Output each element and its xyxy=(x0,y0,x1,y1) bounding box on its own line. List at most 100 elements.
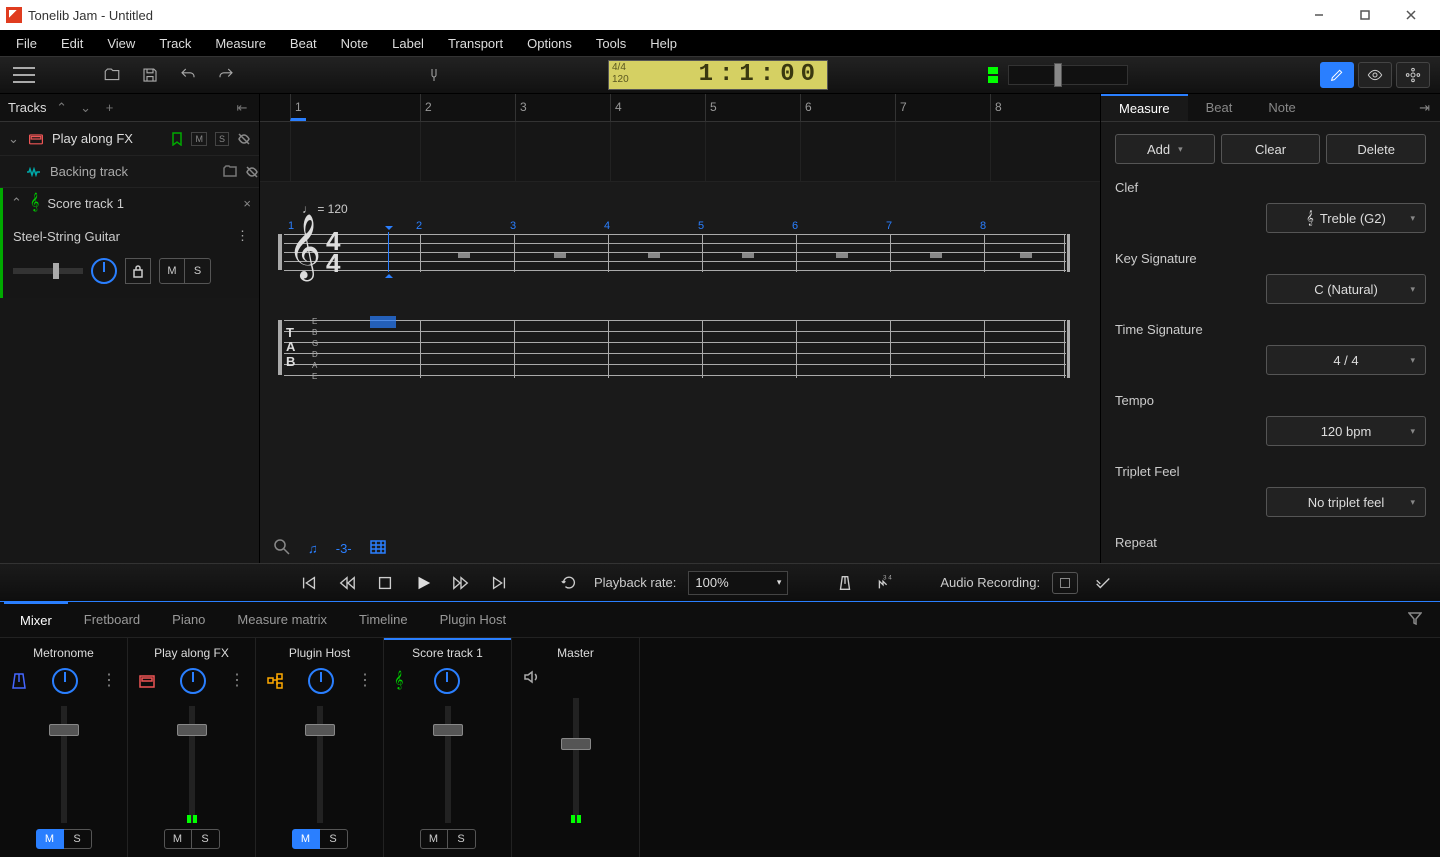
tab-measure-matrix[interactable]: Measure matrix xyxy=(221,602,343,637)
track-pan-knob[interactable] xyxy=(91,258,117,284)
instrument-name[interactable]: Steel-String Guitar xyxy=(13,229,120,244)
tuning-fork-button[interactable] xyxy=(420,61,448,89)
track-volume-slider[interactable] xyxy=(13,268,83,274)
channel-fader[interactable] xyxy=(61,706,67,823)
channel-options-button[interactable]: ⋮ xyxy=(357,678,373,684)
stop-button[interactable] xyxy=(372,570,398,596)
open-file-button[interactable] xyxy=(98,61,126,89)
menu-beat[interactable]: Beat xyxy=(278,32,329,55)
menu-label[interactable]: Label xyxy=(380,32,436,55)
track-playalong-fx[interactable]: ⌄ Play along FX M S xyxy=(0,122,259,156)
go-to-start-button[interactable] xyxy=(296,570,322,596)
close-track-button[interactable]: × xyxy=(243,196,251,211)
time-signature-select[interactable]: 4 / 4▾ xyxy=(1266,345,1426,375)
redo-button[interactable] xyxy=(212,61,240,89)
hide-icon[interactable] xyxy=(237,132,251,146)
channel-solo-button[interactable]: S xyxy=(448,829,476,849)
tab-fretboard[interactable]: Fretboard xyxy=(68,602,156,637)
triplet-view-button[interactable]: -3- xyxy=(336,541,352,556)
standard-notation-staff[interactable]: 𝄞 44 1 2 3 4 5 6 7 8 xyxy=(284,222,1076,286)
delete-button[interactable]: Delete xyxy=(1326,134,1426,164)
count-in-button[interactable]: 3 4 xyxy=(870,570,896,596)
solo-indicator[interactable]: S xyxy=(215,132,229,146)
hamburger-menu-button[interactable] xyxy=(10,61,38,89)
go-to-end-button[interactable] xyxy=(486,570,512,596)
channel-pan-knob[interactable] xyxy=(180,668,206,694)
record-toggle[interactable] xyxy=(1052,572,1078,594)
collapse-down-button[interactable]: ⌄ xyxy=(77,99,95,117)
mute-indicator[interactable]: M xyxy=(191,132,207,146)
add-button[interactable]: Add▾ xyxy=(1115,134,1215,164)
tab-plugin-host[interactable]: Plugin Host xyxy=(424,602,522,637)
loop-button[interactable] xyxy=(556,570,582,596)
channel-solo-button[interactable]: S xyxy=(64,829,92,849)
clear-button[interactable]: Clear xyxy=(1221,134,1321,164)
channel-pan-knob[interactable] xyxy=(434,668,460,694)
grid-view-button[interactable] xyxy=(370,540,386,557)
channel-mute-button[interactable]: M xyxy=(420,829,448,849)
tab-mixer[interactable]: Mixer xyxy=(4,602,68,637)
save-file-button[interactable] xyxy=(136,61,164,89)
menu-help[interactable]: Help xyxy=(638,32,689,55)
tab-piano[interactable]: Piano xyxy=(156,602,221,637)
fast-forward-button[interactable] xyxy=(448,570,474,596)
tab-beat[interactable]: Beat xyxy=(1188,94,1251,121)
menu-measure[interactable]: Measure xyxy=(203,32,278,55)
menu-options[interactable]: Options xyxy=(515,32,584,55)
track-solo-button[interactable]: S xyxy=(185,258,211,284)
hide-icon[interactable] xyxy=(245,165,259,179)
tab-measure[interactable]: Measure xyxy=(1101,94,1188,121)
tempo-select[interactable]: 120 bpm▾ xyxy=(1266,416,1426,446)
score-track-header[interactable]: ⌃ 𝄞 Score track 1 × xyxy=(3,188,259,218)
arrangement-lane[interactable] xyxy=(260,122,1100,182)
view-mode-button[interactable] xyxy=(1358,62,1392,88)
menu-transport[interactable]: Transport xyxy=(436,32,515,55)
notes-view-button[interactable]: ♫ xyxy=(308,541,318,556)
folder-icon[interactable] xyxy=(223,165,237,177)
tablature-staff[interactable]: TAB EBGDAE xyxy=(284,316,1076,386)
key-signature-select[interactable]: C (Natural)▾ xyxy=(1266,274,1426,304)
settings-button[interactable] xyxy=(1396,62,1430,88)
channel-fader[interactable] xyxy=(573,698,579,823)
timeline-ruler[interactable]: 1 2 3 4 5 6 7 8 xyxy=(260,94,1100,122)
menu-file[interactable]: File xyxy=(4,32,49,55)
window-close-button[interactable] xyxy=(1388,0,1434,30)
edit-mode-button[interactable] xyxy=(1320,62,1354,88)
notation-canvas[interactable]: ♩ = 120 𝄞 44 1 2 3 4 5 6 7 8 xyxy=(260,182,1100,533)
channel-solo-button[interactable]: S xyxy=(192,829,220,849)
rewind-button[interactable] xyxy=(334,570,360,596)
channel-mute-button[interactable]: M xyxy=(36,829,64,849)
channel-options-button[interactable]: ⋮ xyxy=(229,678,245,684)
zoom-button[interactable] xyxy=(274,539,290,558)
menu-tools[interactable]: Tools xyxy=(584,32,638,55)
undo-button[interactable] xyxy=(174,61,202,89)
channel-fader[interactable] xyxy=(445,706,451,823)
clef-select[interactable]: 𝄞Treble (G2)▾ xyxy=(1266,203,1426,233)
menu-note[interactable]: Note xyxy=(329,32,380,55)
channel-solo-button[interactable]: S xyxy=(320,829,348,849)
master-volume-slider[interactable] xyxy=(1008,65,1128,85)
menu-track[interactable]: Track xyxy=(147,32,203,55)
channel-pan-knob[interactable] xyxy=(52,668,78,694)
track-mute-button[interactable]: M xyxy=(159,258,185,284)
collapse-up-button[interactable]: ⌃ xyxy=(53,99,71,117)
confirm-button[interactable] xyxy=(1090,570,1116,596)
playback-rate-select[interactable]: 100%▾ xyxy=(688,571,788,595)
tab-timeline[interactable]: Timeline xyxy=(343,602,424,637)
triplet-feel-select[interactable]: No triplet feel▾ xyxy=(1266,487,1426,517)
add-track-button[interactable]: + xyxy=(101,99,119,117)
lock-button[interactable] xyxy=(125,258,151,284)
channel-fader[interactable] xyxy=(189,706,195,823)
track-backing[interactable]: Backing track xyxy=(0,156,259,188)
filter-button[interactable] xyxy=(1394,611,1436,628)
menu-edit[interactable]: Edit xyxy=(49,32,95,55)
tab-note[interactable]: Note xyxy=(1250,94,1313,121)
channel-fader[interactable] xyxy=(317,706,323,823)
pin-panel-button[interactable]: ⇥ xyxy=(1409,100,1440,116)
channel-pan-knob[interactable] xyxy=(308,668,334,694)
channel-mute-button[interactable]: M xyxy=(292,829,320,849)
channel-mute-button[interactable]: M xyxy=(164,829,192,849)
more-options-button[interactable]: ⋮ xyxy=(236,228,249,244)
channel-options-button[interactable]: ⋮ xyxy=(101,678,117,684)
metronome-button[interactable] xyxy=(832,570,858,596)
